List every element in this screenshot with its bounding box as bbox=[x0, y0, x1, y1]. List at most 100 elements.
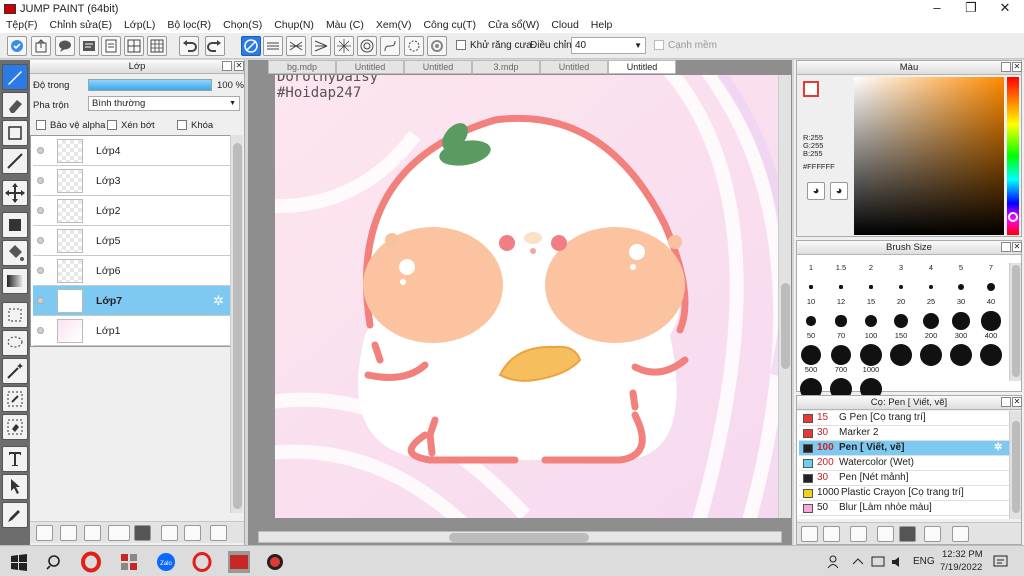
brush-size-dot[interactable] bbox=[839, 285, 843, 289]
clock-time[interactable]: 12:32 PM bbox=[942, 549, 983, 560]
brush-item[interactable]: 200 Watercolor (Wet) bbox=[799, 456, 1009, 471]
folder-icon[interactable] bbox=[134, 525, 151, 541]
protect-alpha-checkbox[interactable] bbox=[36, 120, 46, 130]
text-tool-icon[interactable] bbox=[2, 446, 28, 472]
lasso-tool-icon[interactable] bbox=[2, 330, 28, 356]
volume-icon[interactable] bbox=[890, 551, 906, 573]
duplicate-layer-icon[interactable] bbox=[161, 525, 178, 541]
visibility-icon[interactable] bbox=[37, 177, 44, 184]
brush-size-dot[interactable] bbox=[830, 344, 852, 366]
visibility-icon[interactable] bbox=[37, 297, 44, 304]
concentric-snap-icon[interactable] bbox=[357, 36, 377, 56]
tab-bg[interactable]: bg.mdp bbox=[268, 60, 336, 74]
layer-row[interactable]: Lớp1 bbox=[33, 316, 231, 346]
clip-checkbox[interactable] bbox=[107, 120, 117, 130]
close-panel-icon[interactable]: ✕ bbox=[1012, 397, 1022, 407]
tab-untitled-2[interactable]: Untitled bbox=[404, 60, 472, 74]
visibility-icon[interactable] bbox=[37, 147, 44, 154]
drawing-canvas[interactable]: DorothyDaisy #Hoidap247 bbox=[275, 75, 778, 518]
language-indicator[interactable]: ENG bbox=[913, 556, 935, 567]
delete-layer-icon[interactable] bbox=[210, 525, 227, 541]
brush-size-dot[interactable] bbox=[981, 311, 1001, 331]
menu-help[interactable]: Help bbox=[585, 18, 619, 33]
brush-size-dot[interactable] bbox=[928, 284, 934, 290]
brush-size-dot[interactable] bbox=[859, 343, 883, 367]
pen-tool-icon[interactable] bbox=[2, 64, 28, 90]
palette-icon[interactable]: ◕ bbox=[807, 182, 825, 200]
blend-mode-select[interactable]: Bình thường ▼ bbox=[88, 96, 240, 111]
gradient-tool-icon[interactable] bbox=[2, 268, 28, 294]
redo-icon[interactable] bbox=[205, 36, 225, 56]
brush-size-dot[interactable] bbox=[893, 313, 909, 329]
brush-item[interactable]: 50 Blur [Làm nhòe màu] bbox=[799, 501, 1009, 516]
layer-row[interactable]: Lớp5 bbox=[33, 226, 231, 256]
select-pen-tool-icon[interactable] bbox=[2, 386, 28, 412]
tab-untitled-active[interactable]: Untitled bbox=[608, 60, 676, 74]
brush-menu-icon[interactable] bbox=[850, 526, 867, 542]
brush-duplicate-icon[interactable] bbox=[924, 526, 941, 542]
line-tool-icon[interactable] bbox=[2, 148, 28, 174]
close-panel-icon[interactable]: ✕ bbox=[1012, 242, 1022, 252]
gear-icon[interactable]: ✲ bbox=[213, 293, 224, 309]
brush-item-selected[interactable]: 100 Pen [ Viết, vẽ] ✲ bbox=[799, 441, 1009, 456]
record-icon[interactable] bbox=[264, 551, 286, 573]
select-rect-tool-icon[interactable] bbox=[2, 302, 28, 328]
float-panel-icon[interactable] bbox=[222, 61, 232, 71]
clock-date[interactable]: 7/19/2022 bbox=[940, 562, 982, 573]
jump-paint-taskbar-icon[interactable] bbox=[228, 551, 250, 573]
tab-untitled-3[interactable]: Untitled bbox=[540, 60, 608, 74]
close-panel-icon[interactable]: ✕ bbox=[234, 61, 244, 71]
search-icon[interactable] bbox=[44, 551, 66, 573]
brush-item[interactable]: 1000 Plastic Crayon [Cọ trang trí] bbox=[799, 486, 1009, 501]
minimize-button[interactable]: – bbox=[920, 0, 954, 18]
gear-icon[interactable] bbox=[427, 36, 447, 56]
operation-tool-icon[interactable] bbox=[2, 474, 28, 500]
menu-edit[interactable]: Chỉnh sửa(E) bbox=[44, 18, 118, 33]
brush-size-dot[interactable] bbox=[987, 283, 995, 291]
tab-3[interactable]: 3.mdp bbox=[472, 60, 540, 74]
parallel-snap-icon[interactable] bbox=[263, 36, 283, 56]
text-box-icon[interactable] bbox=[79, 36, 99, 56]
hue-slider[interactable] bbox=[1007, 77, 1019, 235]
grid-icon[interactable] bbox=[147, 36, 167, 56]
chevron-up-icon[interactable] bbox=[850, 551, 866, 573]
layer-row[interactable]: Lớp6 bbox=[33, 256, 231, 286]
radial-snap-icon[interactable] bbox=[334, 36, 354, 56]
brush-item[interactable]: 30 Pen [Nét mảnh] bbox=[799, 471, 1009, 486]
brush-item[interactable]: 15 G Pen [Cọ trang trí] bbox=[799, 411, 1009, 426]
brush-file-icon[interactable] bbox=[877, 526, 894, 542]
close-panel-icon[interactable]: ✕ bbox=[1012, 62, 1022, 72]
speech-bubble-icon[interactable] bbox=[55, 36, 75, 56]
soft-edge-checkbox[interactable] bbox=[654, 40, 664, 50]
close-button[interactable]: ✕ bbox=[988, 0, 1022, 18]
windows-start-icon[interactable] bbox=[8, 551, 30, 573]
gear-icon[interactable]: ✲ bbox=[994, 441, 1002, 455]
brush-size-dot[interactable] bbox=[923, 313, 939, 329]
brush-size-dot[interactable] bbox=[806, 316, 816, 326]
visibility-icon[interactable] bbox=[37, 267, 44, 274]
correction-select[interactable]: 40 ▼ bbox=[571, 37, 646, 54]
folder-icon[interactable] bbox=[899, 526, 916, 542]
undo-icon[interactable] bbox=[179, 36, 199, 56]
lock-checkbox[interactable] bbox=[177, 120, 187, 130]
people-icon[interactable] bbox=[826, 551, 842, 573]
saturation-value-picker[interactable] bbox=[854, 77, 1004, 235]
menu-filter[interactable]: Bộ lọc(R) bbox=[161, 18, 217, 33]
brush-size-dot[interactable] bbox=[952, 312, 970, 330]
fill-rect-tool-icon[interactable] bbox=[2, 212, 28, 238]
layer-row[interactable]: Lớp3 bbox=[33, 166, 231, 196]
brush-size-dot[interactable] bbox=[949, 343, 973, 367]
magic-wand-tool-icon[interactable] bbox=[2, 358, 28, 384]
tab-untitled-1[interactable]: Untitled bbox=[336, 60, 404, 74]
brush-size-dot[interactable] bbox=[869, 285, 873, 289]
opera-icon[interactable] bbox=[80, 551, 102, 573]
new-layer-1bit-icon[interactable] bbox=[84, 525, 101, 541]
layer-row-selected[interactable]: Lớp7 ✲ bbox=[33, 286, 231, 316]
palette-add-icon[interactable]: ◕ bbox=[830, 182, 848, 200]
zalo-icon[interactable]: Zalo bbox=[155, 551, 177, 573]
menu-layer[interactable]: Lớp(L) bbox=[118, 18, 161, 33]
menu-cloud[interactable]: Cloud bbox=[545, 18, 584, 33]
new-layer-8bit-icon[interactable] bbox=[60, 525, 77, 541]
snap-settings-icon[interactable] bbox=[404, 36, 424, 56]
eraser-tool-icon[interactable] bbox=[2, 92, 28, 118]
